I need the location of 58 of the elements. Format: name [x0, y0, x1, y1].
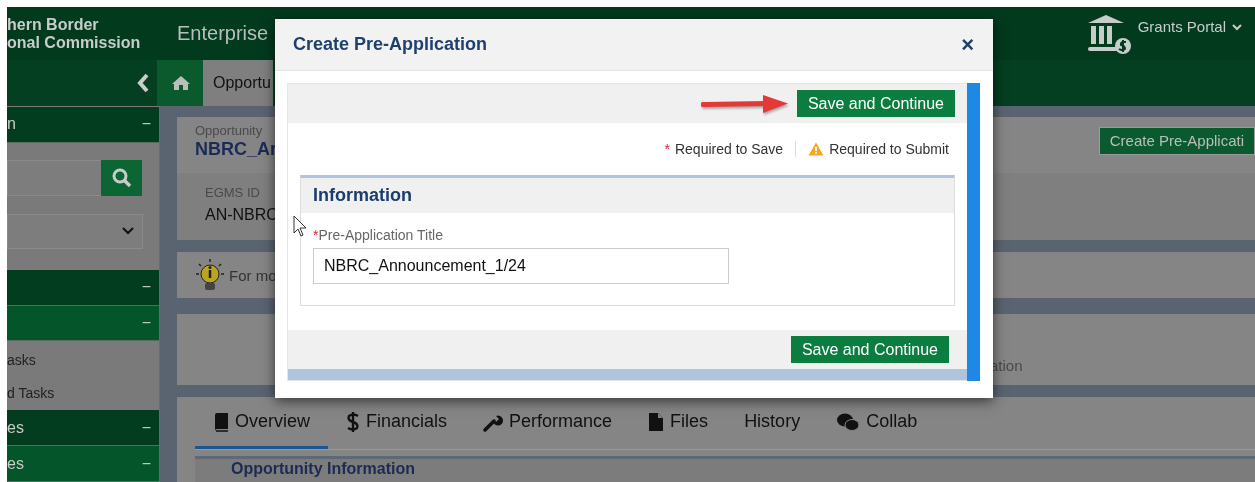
close-button[interactable]: × [961, 31, 974, 58]
sidebar-link[interactable]: asks [7, 343, 159, 377]
field-value: AN-NBRC [205, 206, 278, 224]
search-field[interactable] [7, 159, 101, 196]
collapse-toggle[interactable]: − [141, 454, 151, 473]
section-label: n [7, 115, 16, 134]
save-and-continue-button[interactable]: Save and Continue [796, 90, 955, 117]
collapse-toggle[interactable]: − [141, 418, 151, 437]
detail-tab[interactable]: Files [630, 397, 727, 449]
collapse-toggle[interactable]: − [141, 314, 151, 332]
file-icon [648, 411, 665, 432]
section-title: Information [313, 184, 412, 206]
collapse-icon[interactable] [137, 73, 149, 93]
chat-bubbles-icon [836, 411, 861, 432]
create-pre-application-button[interactable]: Create Pre-Applicati [1098, 127, 1255, 155]
book-icon [213, 411, 229, 432]
section-label: es [7, 418, 24, 437]
warning-icon [808, 141, 825, 156]
save-and-continue-button[interactable]: Save and Continue [790, 336, 949, 363]
opportunity-name: NBRC_Ar [195, 139, 277, 160]
legend-label: Required to Save [674, 140, 784, 157]
required-asterisk: * [664, 140, 670, 157]
app-title: Enterprise [177, 22, 269, 45]
section-header[interactable]: n − [7, 107, 159, 143]
section-title: Opportunity Information [231, 460, 415, 477]
legend-label: Required to Submit [829, 140, 949, 157]
org-name: onal Commission [7, 33, 142, 52]
lightbulb-info-icon [195, 258, 225, 292]
scrollbar[interactable] [967, 83, 980, 381]
dropdown-field[interactable] [7, 213, 143, 249]
bank-icon [1085, 12, 1132, 55]
chevron-down-icon[interactable] [1232, 22, 1242, 31]
detail-tab[interactable]: Financials [328, 397, 466, 449]
section-header[interactable]: es − [7, 446, 159, 482]
breadcrumb-tab[interactable]: Opportu [203, 60, 273, 106]
detail-tab[interactable]: Performance [465, 397, 631, 449]
cursor-icon [293, 215, 307, 237]
portal-menu[interactable]: Grants Portal [1137, 18, 1226, 35]
section-header[interactable]: Opportunity Information [195, 456, 1255, 482]
search-button[interactable] [101, 159, 142, 196]
home-icon[interactable] [170, 75, 191, 91]
detail-tab[interactable]: Collab [818, 397, 936, 449]
dollar-icon [346, 410, 360, 433]
input-field[interactable]: NBRC_Announcement_1/24 [313, 247, 729, 284]
collapse-toggle[interactable]: − [141, 115, 151, 134]
search-icon [111, 167, 132, 188]
section-label: es [7, 454, 24, 473]
section-header[interactable]: − [7, 269, 159, 306]
org-name: hern Border [7, 15, 100, 34]
collapse-toggle[interactable]: − [141, 278, 151, 297]
field-label: *Pre-Application Title [313, 226, 443, 243]
chevron-down-icon [122, 227, 134, 236]
field-label: Opportunity [195, 123, 263, 138]
detail-tab[interactable]: History [726, 397, 819, 449]
section-header[interactable]: − [7, 305, 159, 342]
section-header[interactable]: es − [7, 410, 159, 447]
sidebar-link[interactable]: d Tasks [7, 376, 159, 410]
modal-title: Create Pre-Application [293, 34, 488, 55]
